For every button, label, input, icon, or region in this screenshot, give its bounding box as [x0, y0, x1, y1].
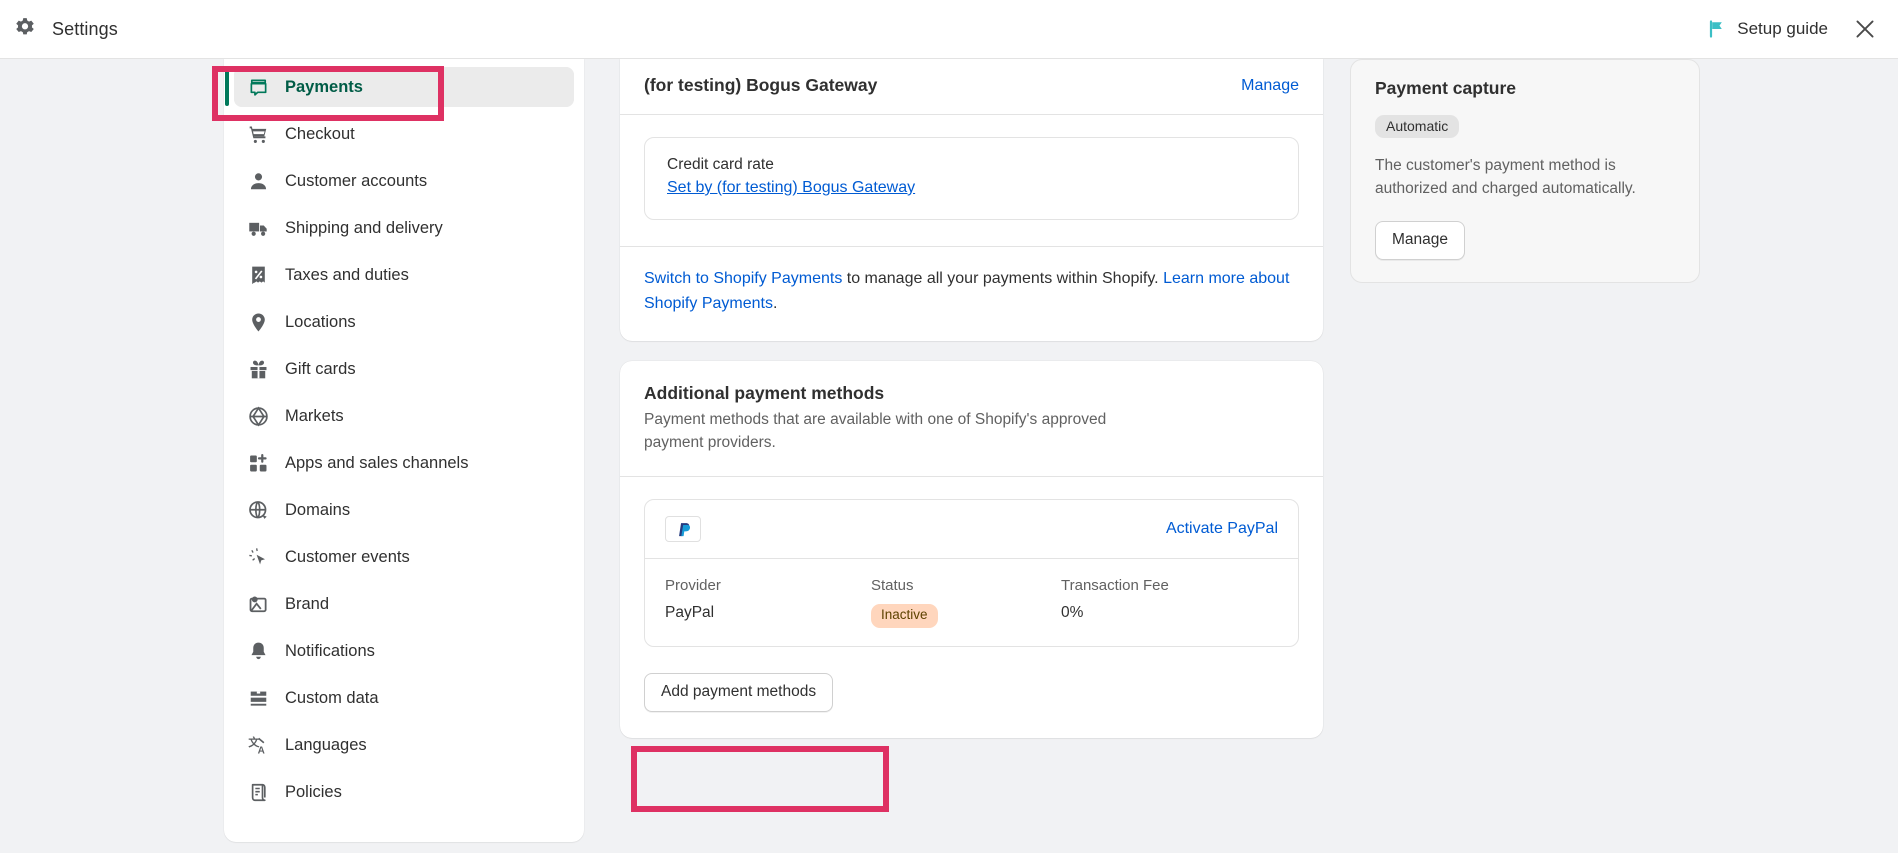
- payment-capture-badge: Automatic: [1375, 115, 1459, 138]
- gear-icon[interactable]: [12, 16, 38, 42]
- payments-icon: [248, 77, 269, 98]
- credit-card-rate-box: Credit card rate Set by (for testing) Bo…: [644, 137, 1299, 220]
- switch-to-shopify-payments-notice: Switch to Shopify Payments to manage all…: [620, 247, 1323, 341]
- provider-detail-grid: Provider Status Transaction Fee PayPal I…: [645, 558, 1298, 646]
- sidebar-item-markets[interactable]: Markets: [234, 396, 574, 436]
- main-content-column: (for testing) Bogus Gateway Manage Credi…: [620, 59, 1323, 738]
- sidebar-item-policies[interactable]: Policies: [234, 772, 574, 812]
- sidebar-item-gift-cards[interactable]: Gift cards: [234, 349, 574, 389]
- sidebar-item-label: Customer events: [285, 548, 410, 567]
- sidebar-item-apps-and-sales-channels[interactable]: Apps and sales channels: [234, 443, 574, 483]
- translate-icon: 文A: [248, 735, 269, 756]
- sidebar-item-brand[interactable]: Brand: [234, 584, 574, 624]
- payment-capture-title: Payment capture: [1375, 78, 1675, 99]
- sidebar-item-label: Locations: [285, 313, 356, 332]
- divider: [620, 114, 1323, 115]
- sidebar-item-checkout[interactable]: Checkout: [234, 114, 574, 154]
- sidebar-item-payments[interactable]: Payments: [234, 67, 574, 107]
- bogus-gateway-card: (for testing) Bogus Gateway Manage Credi…: [620, 59, 1323, 341]
- page-title: Settings: [52, 19, 118, 40]
- sidebar-item-label: Markets: [285, 407, 344, 426]
- notice-end-text: .: [773, 295, 777, 312]
- payment-capture-manage-button[interactable]: Manage: [1375, 221, 1465, 260]
- sidebar-item-label: Payments: [285, 78, 363, 97]
- sidebar-item-taxes-and-duties[interactable]: Taxes and duties: [234, 255, 574, 295]
- sidebar-item-label: Notifications: [285, 642, 375, 661]
- cart-icon: [248, 124, 269, 145]
- sidebar-item-custom-data[interactable]: Custom data: [234, 678, 574, 718]
- transaction-fee-value: 0%: [1061, 600, 1278, 628]
- gateway-manage-link[interactable]: Manage: [1241, 77, 1299, 95]
- sidebar-item-locations[interactable]: Locations: [234, 302, 574, 342]
- sidebar-nav-list: Payments Checkout Customer accounts Shippin…: [234, 67, 574, 812]
- map-pin-icon: [248, 312, 269, 333]
- provider-top-row: Activate PayPal: [645, 500, 1298, 558]
- credit-card-rate-label: Credit card rate: [667, 156, 1276, 174]
- page-body: Payments Checkout Customer accounts Shippin…: [0, 59, 1898, 853]
- receipt-percent-icon: [248, 265, 269, 286]
- sidebar-item-label: Custom data: [285, 689, 379, 708]
- sidebar-item-label: Shipping and delivery: [285, 219, 443, 238]
- paypal-logo-icon: [665, 516, 701, 542]
- provider-column-header: Provider: [665, 569, 871, 594]
- gateway-card-header: (for testing) Bogus Gateway Manage: [620, 59, 1323, 114]
- globe-icon: [248, 500, 269, 521]
- svg-text:A: A: [258, 745, 265, 756]
- additional-payment-methods-card: Additional payment methods Payment metho…: [620, 361, 1323, 738]
- sidebar-item-customer-events[interactable]: Customer events: [234, 537, 574, 577]
- sidebar-item-shipping-and-delivery[interactable]: Shipping and delivery: [234, 208, 574, 248]
- notice-middle-text: to manage all your payments within Shopi…: [842, 270, 1163, 287]
- gift-icon: [248, 359, 269, 380]
- sidebar-item-label: Checkout: [285, 125, 355, 144]
- sidebar-item-label: Gift cards: [285, 360, 356, 379]
- right-sidebar-column: Payment capture Automatic The customer's…: [1350, 59, 1700, 283]
- add-payment-methods-button[interactable]: Add payment methods: [644, 673, 833, 712]
- sidebar-item-label: Brand: [285, 595, 329, 614]
- sidebar-item-notifications[interactable]: Notifications: [234, 631, 574, 671]
- image-icon: [248, 594, 269, 615]
- divider: [620, 476, 1323, 477]
- status-badge: Inactive: [871, 604, 938, 628]
- apm-header: Additional payment methods Payment metho…: [620, 361, 1323, 477]
- apm-subtitle: Payment methods that are available with …: [644, 408, 1144, 455]
- sidebar-item-label: Apps and sales channels: [285, 454, 468, 473]
- gateway-title: (for testing) Bogus Gateway: [644, 75, 877, 96]
- close-icon[interactable]: [1848, 12, 1882, 46]
- person-icon: [248, 171, 269, 192]
- apm-footer: Add payment methods: [620, 647, 1323, 738]
- topbar-right-group: Setup guide: [1707, 12, 1898, 46]
- setup-guide-button[interactable]: Setup guide: [1707, 19, 1828, 39]
- status-column-header: Status: [871, 569, 1061, 594]
- credit-card-rate-link[interactable]: Set by (for testing) Bogus Gateway: [667, 179, 915, 196]
- apm-title: Additional payment methods: [644, 383, 1299, 404]
- setup-guide-label: Setup guide: [1737, 19, 1828, 39]
- switch-to-shopify-payments-link[interactable]: Switch to Shopify Payments: [644, 270, 842, 287]
- sidebar-item-label: Taxes and duties: [285, 266, 409, 285]
- cursor-click-icon: [248, 547, 269, 568]
- sidebar-item-label: Languages: [285, 736, 367, 755]
- top-bar: Settings Setup guide: [0, 0, 1898, 59]
- transaction-fee-column-header: Transaction Fee: [1061, 569, 1278, 594]
- paypal-provider-box: Activate PayPal Provider Status Transact…: [644, 499, 1299, 647]
- sidebar-item-label: Policies: [285, 783, 342, 802]
- payment-capture-card: Payment capture Automatic The customer's…: [1350, 59, 1700, 283]
- topbar-left-group: Settings: [0, 16, 118, 42]
- scroll-icon: [248, 782, 269, 803]
- settings-sidebar: Payments Checkout Customer accounts Shippin…: [224, 59, 584, 842]
- sidebar-item-label: Customer accounts: [285, 172, 427, 191]
- database-icon: [248, 688, 269, 709]
- activate-paypal-link[interactable]: Activate PayPal: [1166, 520, 1278, 538]
- provider-value: PayPal: [665, 600, 871, 628]
- sidebar-item-domains[interactable]: Domains: [234, 490, 574, 530]
- payment-capture-description: The customer's payment method is authori…: [1375, 154, 1675, 201]
- apps-plus-icon: [248, 453, 269, 474]
- truck-icon: [248, 218, 269, 239]
- sidebar-item-customer-accounts[interactable]: Customer accounts: [234, 161, 574, 201]
- status-cell: Inactive: [871, 600, 1061, 628]
- bell-icon: [248, 641, 269, 662]
- sidebar-item-label: Domains: [285, 501, 350, 520]
- globe-diamond-icon: [248, 406, 269, 427]
- flag-icon: [1707, 19, 1727, 39]
- sidebar-item-languages[interactable]: 文A Languages: [234, 725, 574, 765]
